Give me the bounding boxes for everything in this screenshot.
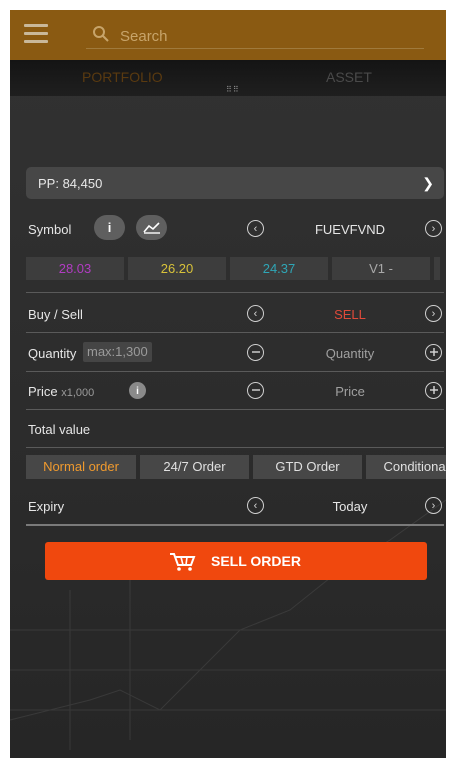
tab-normal-order[interactable]: Normal order <box>26 455 136 479</box>
next-side-icon[interactable]: › <box>425 305 442 322</box>
next-expiry-icon[interactable]: › <box>425 497 442 514</box>
price-ceiling[interactable]: 28.03 <box>26 257 124 280</box>
previous-side-icon[interactable]: ‹ <box>247 305 264 322</box>
expiry-value[interactable]: Today <box>265 499 435 514</box>
chevron-right-icon: ❯ <box>422 175 434 191</box>
divider <box>26 292 444 293</box>
price-info-icon[interactable]: i <box>129 382 146 399</box>
increase-quantity-icon[interactable] <box>425 344 442 361</box>
main-tabs: PORTFOLIO ASSET ⠿⠿ <box>10 60 446 96</box>
shopping-cart-icon <box>170 553 196 571</box>
search-icon <box>93 26 109 42</box>
volume-indicator: V1 - <box>332 257 430 280</box>
purchasing-power-label: PP: 84,450 <box>38 176 103 191</box>
side-value[interactable]: SELL <box>265 307 435 322</box>
next-symbol-icon[interactable]: › <box>425 220 442 237</box>
price-input[interactable]: Price <box>265 384 435 399</box>
purchasing-power-bar[interactable]: PP: 84,450 ❯ <box>26 167 444 199</box>
symbol-row: Symbol i ‹ FUEVFVND › <box>26 214 444 244</box>
price-overflow <box>434 257 440 280</box>
price-reference[interactable]: 26.20 <box>128 257 226 280</box>
sell-order-button[interactable]: SELL ORDER <box>45 542 427 580</box>
tab-gtd-order[interactable]: GTD Order <box>253 455 362 479</box>
price-row: Price x1,000 i Price <box>26 378 444 408</box>
tab-24-7-order[interactable]: 24/7 Order <box>140 455 249 479</box>
divider <box>26 332 444 333</box>
quantity-max-badge[interactable]: max:1,300 <box>83 342 152 362</box>
symbol-value[interactable]: FUEVFVND <box>265 222 435 237</box>
hamburger-menu-icon[interactable] <box>24 24 48 44</box>
order-type-tabs: Normal order 24/7 Order GTD Order Condit… <box>26 455 446 479</box>
divider <box>26 371 444 372</box>
buy-sell-label: Buy / Sell <box>28 307 83 322</box>
quantity-label: Quantity <box>28 346 77 361</box>
tab-asset[interactable]: ASSET <box>326 69 372 85</box>
divider <box>26 447 444 448</box>
search-bar[interactable] <box>86 22 424 49</box>
expiry-label: Expiry <box>28 499 65 514</box>
quantity-input[interactable]: Quantity <box>265 346 435 361</box>
decrease-quantity-icon[interactable] <box>247 344 264 361</box>
symbol-label: Symbol <box>28 222 72 237</box>
increase-price-icon[interactable] <box>425 382 442 399</box>
search-input[interactable] <box>118 24 412 48</box>
drag-handle-icon[interactable]: ⠿⠿ <box>226 85 240 94</box>
tab-portfolio[interactable]: PORTFOLIO <box>82 69 163 85</box>
previous-symbol-icon[interactable]: ‹ <box>247 220 264 237</box>
buy-sell-row: Buy / Sell ‹ SELL › <box>26 300 444 330</box>
order-screen: PORTFOLIO ASSET ⠿⠿ PP: 84,450 ❯ Symbol i… <box>10 10 446 758</box>
info-icon[interactable]: i <box>94 215 125 240</box>
quantity-row: Quantity max:1,300 Quantity <box>26 340 444 370</box>
total-value-label: Total value <box>28 422 91 437</box>
price-levels: 28.03 26.20 24.37 V1 - <box>26 257 446 281</box>
divider <box>26 524 444 526</box>
price-floor[interactable]: 24.37 <box>230 257 328 280</box>
price-label-text: Price <box>28 384 58 399</box>
expiry-row: Expiry ‹ Today › <box>26 491 444 521</box>
decrease-price-icon[interactable] <box>247 382 264 399</box>
previous-expiry-icon[interactable]: ‹ <box>247 497 264 514</box>
price-label: Price x1,000 <box>28 384 94 399</box>
tab-conditional-order[interactable]: Conditional <box>366 455 446 479</box>
divider <box>26 409 444 410</box>
sell-order-label: SELL ORDER <box>211 553 301 569</box>
app-header <box>10 10 446 60</box>
total-value-row: Total value <box>26 416 444 446</box>
price-unit: x1,000 <box>61 387 95 399</box>
chart-icon[interactable] <box>136 215 167 240</box>
